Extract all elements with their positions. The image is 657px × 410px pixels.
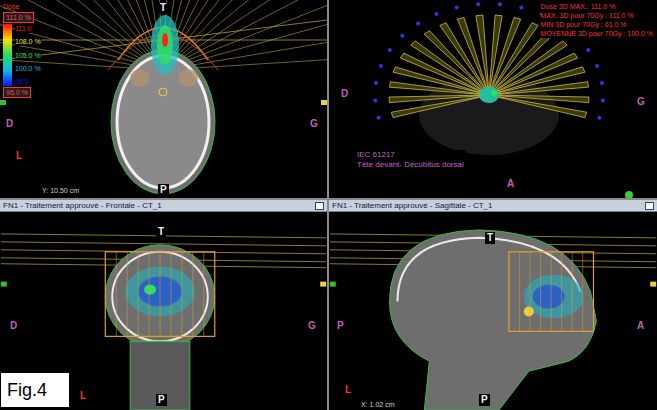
coordinate: X: 1.02 cm: [359, 400, 396, 409]
orientation-bottom: P: [156, 394, 167, 406]
orientation-bottom: A: [505, 178, 516, 190]
orientation-right: G: [306, 320, 318, 332]
axis-marker: L: [14, 150, 24, 162]
orientation-top: T: [485, 232, 495, 244]
orientation-left: D: [4, 118, 15, 130]
iec-standard: IEC 61217: [357, 150, 464, 160]
legend-tick: 111.0: [15, 24, 41, 33]
legend-title: Dose: [3, 2, 41, 11]
legend-tick: 100.0 %: [15, 64, 41, 73]
pane-title: FN1 - Traitement approuvé - Frontale - C…: [3, 201, 162, 210]
pane-header: FN1 - Traitement approuvé - Frontale - C…: [0, 200, 327, 212]
dose-stat: MAX. 3D pour 70Gy : 111.0 %: [541, 11, 653, 20]
figure-label: Fig.4: [0, 372, 70, 408]
patient-position: Tête devant- Décubitus dorsal: [357, 160, 464, 170]
orientation-right: G: [635, 96, 647, 108]
dose-stat: MOYENNE 3D pour 70Gy : 100.0 %: [541, 29, 653, 38]
coordinate: Y: 10.50 cm: [40, 186, 81, 195]
maximize-icon[interactable]: [315, 202, 324, 210]
orientation-right: G: [308, 118, 320, 130]
planning-screen: Dose111.0 %111.0 108.0 % 105.0 % 100.0 % 95.…: [0, 0, 657, 410]
legend-max: 111.0 %: [3, 12, 34, 23]
pane-header: FN1 - Traitement approuvé - Sagittale - …: [329, 200, 657, 212]
pane-title: FN1 - Traitement approuvé - Sagittale - …: [332, 201, 493, 210]
dose-legend: Dose111.0 %111.0 108.0 % 105.0 % 100.0 % 95.…: [3, 2, 41, 98]
axis-marker: L: [78, 390, 88, 402]
dose-stats: Dose 3D MAX.: 111.0 %MAX. 3D pour 70Gy :…: [541, 2, 653, 38]
orientation-right: A: [635, 320, 646, 332]
orientation-bottom: P: [479, 394, 490, 406]
maximize-icon[interactable]: [645, 202, 654, 210]
axis-marker: L: [343, 384, 353, 396]
axial-image: [0, 0, 327, 198]
legend-tick: 95.0: [15, 77, 41, 86]
orientation-left: D: [339, 88, 350, 100]
orientation-top: T: [156, 226, 166, 238]
legend-tick: 108.0 %: [15, 37, 41, 46]
view-3d[interactable]: Dose 3D MAX.: 111.0 %MAX. 3D pour 70Gy :…: [329, 0, 657, 198]
sagittal-view[interactable]: FN1 - Traitement approuvé - Sagittale - …: [329, 200, 657, 410]
orientation-top: T: [158, 2, 168, 14]
legend-tick: 105.0 %: [15, 51, 41, 60]
legend-min: 95.0 %: [3, 87, 31, 98]
dose-stat: Dose 3D MAX.: 111.0 %: [541, 2, 653, 11]
legend-bar: [3, 24, 12, 86]
axial-view[interactable]: Dose111.0 %111.0 108.0 % 105.0 % 100.0 % 95.…: [0, 0, 327, 198]
dose-stat: MIN 3D pour 70Gy : 61.0 %: [541, 20, 653, 29]
orientation-left: D: [8, 320, 19, 332]
orientation-left: P: [335, 320, 346, 332]
orientation-bottom: P: [158, 184, 169, 196]
patient-orientation: IEC 61217Tête devant- Décubitus dorsal: [355, 150, 466, 170]
